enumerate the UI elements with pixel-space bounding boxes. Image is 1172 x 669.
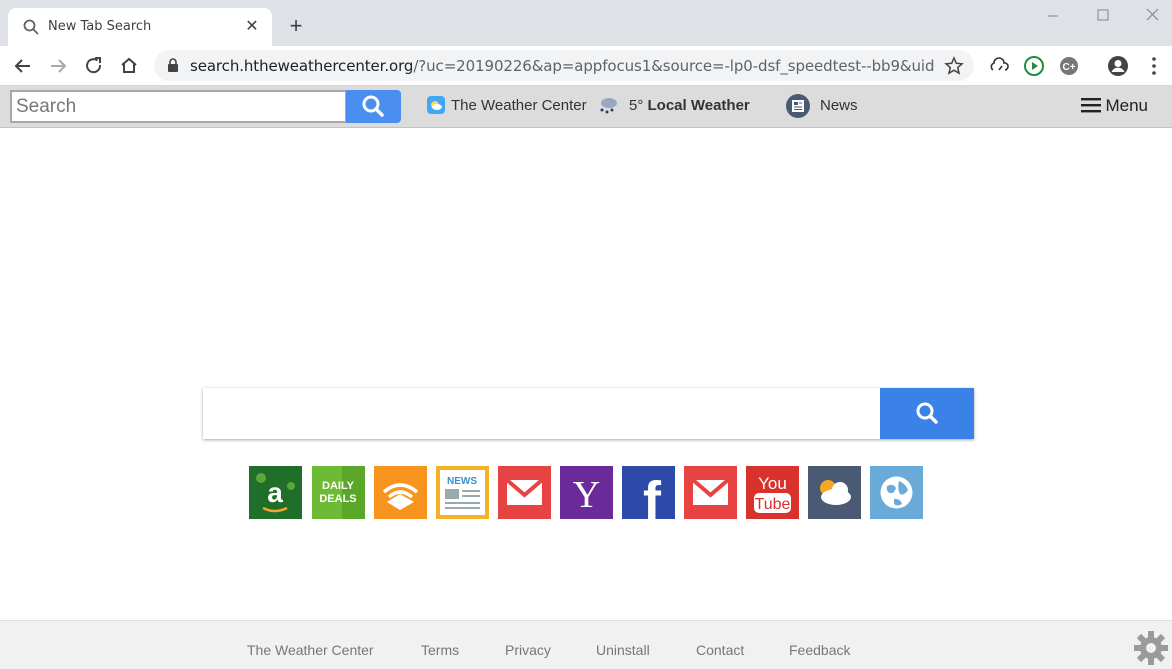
weather-tile[interactable] xyxy=(808,466,861,519)
c-plus-extension-icon[interactable]: C+ xyxy=(1058,55,1080,77)
amazon-icon: a xyxy=(256,473,295,513)
footer-link-terms[interactable]: Terms xyxy=(421,642,459,658)
news-tile[interactable]: NEWS xyxy=(436,466,489,519)
audible-tile[interactable] xyxy=(374,466,427,519)
news-icon xyxy=(786,94,810,118)
hamburger-icon xyxy=(1081,98,1102,113)
weather-center-link[interactable]: The Weather Center xyxy=(451,97,587,114)
news-link[interactable]: News xyxy=(820,97,858,114)
cloud-sun-icon xyxy=(820,480,851,505)
forward-arrow-icon[interactable] xyxy=(45,53,71,79)
svg-text:You: You xyxy=(758,474,787,493)
profile-avatar-icon[interactable] xyxy=(1107,55,1129,77)
local-weather-link[interactable]: 5° Local Weather xyxy=(629,97,750,114)
local-weather-label: Local Weather xyxy=(647,97,750,114)
url-path: /?uc=20190226&ap=appfocus1&source=-lp0-d… xyxy=(413,57,935,75)
facebook-tile[interactable]: f xyxy=(622,466,675,519)
back-arrow-icon[interactable] xyxy=(10,53,36,79)
svg-text:NEWS: NEWS xyxy=(447,476,477,487)
globe-tile[interactable] xyxy=(870,466,923,519)
footer-link-uninstall[interactable]: Uninstall xyxy=(596,642,650,658)
toolbar-search-input[interactable]: Search xyxy=(10,90,347,123)
browser-tab-strip: New Tab Search ✕ + xyxy=(0,0,1172,46)
amazon-tile[interactable]: a xyxy=(249,466,302,519)
new-tab-button[interactable]: + xyxy=(284,14,308,38)
url-text: search.htheweathercenter.org/?uc=2019022… xyxy=(190,57,935,75)
footer-link-privacy[interactable]: Privacy xyxy=(505,642,551,658)
gmail-tile-2[interactable] xyxy=(684,466,737,519)
svg-text:Tube: Tube xyxy=(755,496,791,513)
url-host: search.htheweathercenter.org xyxy=(190,57,414,75)
bookmark-star-icon[interactable] xyxy=(944,56,964,76)
youtube-icon: You Tube xyxy=(754,474,791,513)
globe-icon xyxy=(880,476,913,509)
svg-text:DAILY: DAILY xyxy=(322,480,355,492)
play-extension-icon[interactable] xyxy=(1023,55,1045,77)
minimize-icon[interactable] xyxy=(1038,6,1068,26)
extension-toolbar: Search The Weather Center 5° Local Weath… xyxy=(0,86,1172,128)
main-search-input[interactable] xyxy=(203,388,880,439)
search-icon xyxy=(362,95,384,117)
maximize-icon[interactable] xyxy=(1088,6,1118,26)
toolbar-search-button[interactable] xyxy=(346,90,401,123)
footer-link-contact[interactable]: Contact xyxy=(696,642,744,658)
footer-link-feedback[interactable]: Feedback xyxy=(789,642,850,658)
yahoo-tile[interactable]: Y xyxy=(560,466,613,519)
weather-app-icon xyxy=(427,96,445,114)
mail-icon xyxy=(691,478,730,505)
gmail-tile[interactable] xyxy=(498,466,551,519)
home-icon[interactable] xyxy=(116,53,142,79)
menu-label: Menu xyxy=(1105,96,1148,115)
yahoo-tile-label: Y xyxy=(573,474,600,516)
mail-icon xyxy=(505,478,544,505)
reload-icon[interactable] xyxy=(81,53,107,79)
close-window-icon[interactable] xyxy=(1138,6,1168,26)
newspaper-icon: NEWS xyxy=(440,470,485,515)
address-bar[interactable]: search.htheweathercenter.org/?uc=2019022… xyxy=(154,50,974,81)
tab-title: New Tab Search xyxy=(48,19,152,34)
gear-icon[interactable] xyxy=(1133,630,1169,666)
search-icon xyxy=(23,19,39,35)
svg-text:DEALS: DEALS xyxy=(319,493,356,505)
amazon-tile-label: a xyxy=(267,477,283,508)
menu-button[interactable]: Menu xyxy=(1081,96,1148,116)
temperature-value: 5° xyxy=(629,97,644,114)
main-search-button[interactable] xyxy=(880,388,974,439)
browser-tab[interactable]: New Tab Search ✕ xyxy=(8,8,272,46)
search-icon xyxy=(916,402,938,424)
facebook-icon: f xyxy=(643,471,662,519)
snow-cloud-icon xyxy=(600,98,617,114)
tab-close-icon[interactable]: ✕ xyxy=(242,17,262,37)
facebook-tile-label: f xyxy=(643,471,662,519)
youtube-tile[interactable]: You Tube xyxy=(746,466,799,519)
yahoo-icon: Y xyxy=(573,474,600,516)
browser-toolbar: search.htheweathercenter.org/?uc=2019022… xyxy=(0,46,1172,86)
main-search-box xyxy=(203,388,974,439)
daily-deals-tile[interactable]: DAILY DEALS xyxy=(312,466,365,519)
kebab-menu-icon[interactable] xyxy=(1143,55,1165,77)
footer-link-weather-center[interactable]: The Weather Center xyxy=(247,642,374,658)
lock-icon xyxy=(168,58,178,72)
daily-deals-icon: DAILYDEALS xyxy=(319,466,365,519)
cloud-speed-icon[interactable] xyxy=(988,55,1010,77)
audible-icon xyxy=(382,483,419,510)
footer: The Weather Center Terms Privacy Uninsta… xyxy=(0,620,1172,669)
shortcut-tiles: a DAILY DEALS NEWS Y f You Tube xyxy=(249,466,929,520)
svg-text:C+: C+ xyxy=(1062,62,1075,73)
